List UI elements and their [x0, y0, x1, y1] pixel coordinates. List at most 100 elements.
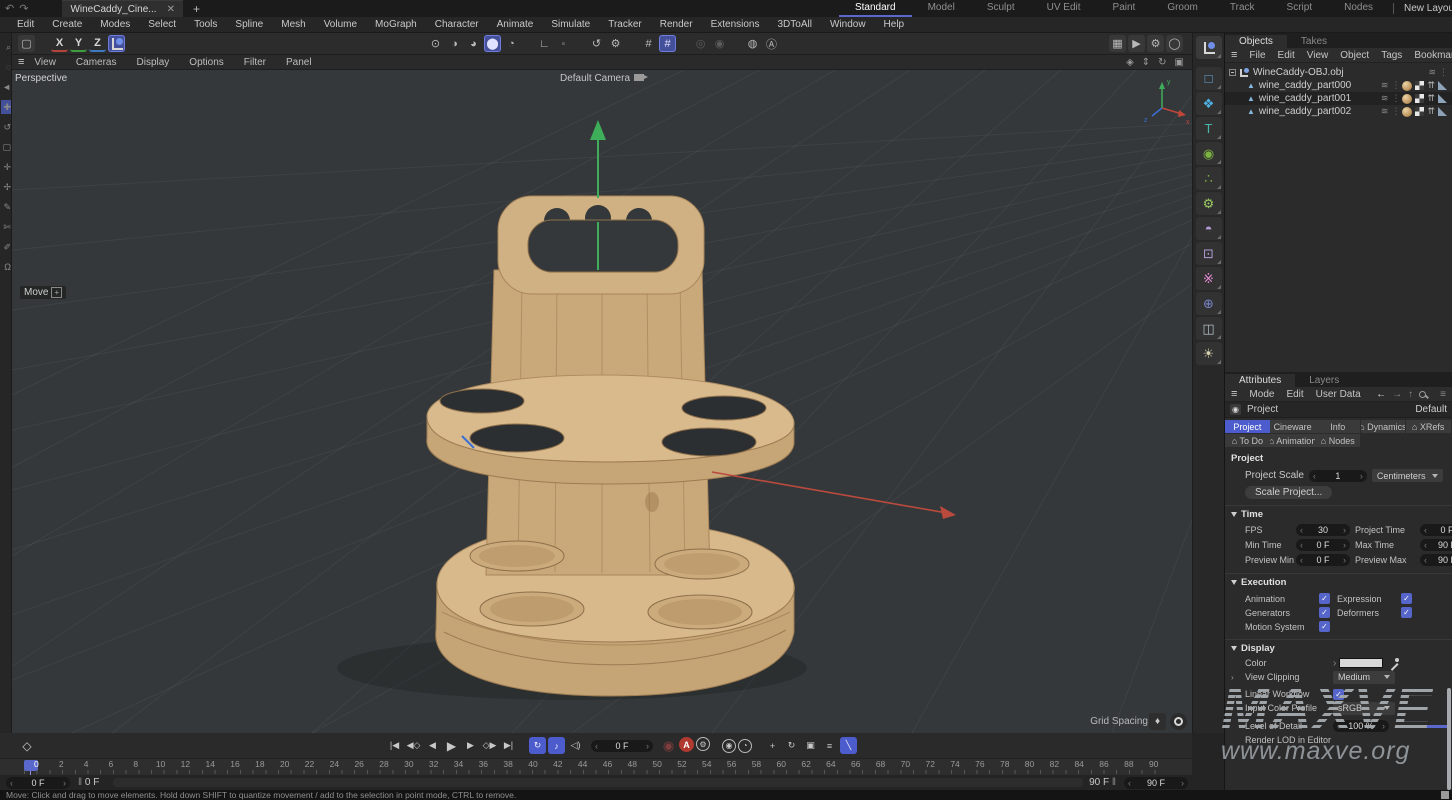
phong-tag-icon[interactable]: ⇈: [1427, 80, 1435, 91]
lock-y-axis-button[interactable]: Y: [70, 36, 87, 52]
goto-end-button[interactable]: ▶|: [500, 737, 517, 754]
close-tab-icon[interactable]: ✕: [167, 4, 175, 15]
uvw-tag-icon[interactable]: [1438, 94, 1447, 103]
level-of-detail-slider[interactable]: [1395, 725, 1448, 728]
select-tool-icon[interactable]: ◄: [1, 80, 11, 94]
keyframe-selection-icon[interactable]: ◉: [722, 739, 736, 753]
document-tab[interactable]: WineCaddy_Cine... ✕: [62, 0, 183, 17]
history-forward-icon[interactable]: →: [1392, 389, 1402, 400]
enable-snap-icon[interactable]: ◎: [692, 35, 709, 52]
expand-icon[interactable]: ›: [1333, 658, 1336, 669]
orbit-view-icon[interactable]: ↻: [1158, 57, 1166, 68]
eyedropper-icon[interactable]: [1389, 658, 1399, 668]
key-parameter-icon[interactable]: ≡: [821, 737, 838, 754]
pen-tool-icon[interactable]: ✎: [1, 200, 11, 214]
key-position-icon[interactable]: +: [764, 737, 781, 754]
cloner-button[interactable]: ∴: [1196, 167, 1222, 190]
coordinates-button[interactable]: [1196, 36, 1222, 59]
timeline-ruler[interactable]: 0246810121416182022242628303234363840424…: [0, 758, 1192, 775]
next-frame-button[interactable]: ▶: [462, 737, 479, 754]
menu-animate[interactable]: Animate: [488, 19, 543, 30]
display-lines-icon[interactable]: ◑: [446, 35, 463, 52]
live-select-icon[interactable]: ◌: [1, 60, 11, 74]
dolly-view-icon[interactable]: ⇕: [1142, 57, 1150, 68]
play-sound-icon[interactable]: ♪: [548, 737, 565, 754]
attributes-hamburger-icon[interactable]: ≡: [1231, 388, 1237, 400]
attributes-menu-edit[interactable]: Edit: [1280, 389, 1309, 400]
time-field-project-time[interactable]: 0 F: [1420, 524, 1452, 536]
speaker-icon[interactable]: ◁): [567, 737, 584, 754]
attribute-object-row[interactable]: ◉ Project Default: [1225, 402, 1452, 418]
menu-render[interactable]: Render: [651, 19, 702, 30]
display-options-icon[interactable]: ◔: [503, 35, 520, 52]
camera-button[interactable]: ◫: [1196, 317, 1222, 340]
lock-z-axis-button[interactable]: Z: [89, 36, 106, 52]
record-keyframe-icon[interactable]: ◉: [660, 737, 677, 754]
viewport-solo-icon[interactable]: ▢: [18, 35, 35, 52]
undo-icon[interactable]: ↶: [5, 2, 14, 15]
attributes-menu-mode[interactable]: Mode: [1243, 389, 1280, 400]
modeling-settings-icon[interactable]: ⚙: [607, 35, 624, 52]
key-rotation-icon[interactable]: ↻: [783, 737, 800, 754]
range-start-field[interactable]: 0 F: [6, 777, 70, 789]
workspace-tab-standard[interactable]: Standard: [839, 0, 912, 17]
time-field-preview-min[interactable]: 0 F: [1296, 554, 1350, 566]
object-row-wine-caddy-part002[interactable]: ▲wine_caddy_part002≋⋮⇈: [1225, 105, 1452, 118]
keyframe-presets-icon[interactable]: ◔: [738, 739, 752, 753]
perspective-viewport[interactable]: y x z Perspective Default Camera Move+ G…: [12, 70, 1192, 733]
project-scale-unit-dropdown[interactable]: Centimeters: [1372, 469, 1444, 482]
menu-tracker[interactable]: Tracker: [599, 19, 651, 30]
objects-tab-takes[interactable]: Takes: [1287, 35, 1341, 48]
range-start-marker[interactable]: ‖ 0 F: [78, 777, 99, 788]
rotate-tool-icon[interactable]: ↺: [1, 120, 11, 134]
objects-hamburger-icon[interactable]: ≡: [1231, 49, 1237, 61]
workspace-tab-model[interactable]: Model: [912, 0, 971, 17]
workspace-tab-nodes[interactable]: Nodes: [1328, 0, 1389, 17]
workspace-tab-track[interactable]: Track: [1214, 0, 1271, 17]
uvw-tag-icon[interactable]: [1438, 107, 1447, 116]
menu-character[interactable]: Character: [426, 19, 488, 30]
execution-section-heading[interactable]: Execution: [1225, 573, 1452, 590]
resize-grip[interactable]: [1441, 791, 1449, 799]
menu-select[interactable]: Select: [139, 19, 185, 30]
attribute-tab-dynamics[interactable]: ⌂ Dynamics: [1361, 420, 1406, 433]
viewport-camera-label[interactable]: Default Camera: [12, 73, 1192, 84]
head-tracking-button[interactable]: [1170, 713, 1187, 730]
keyframe-settings-icon[interactable]: ⚙: [696, 737, 710, 751]
field-button[interactable]: ⊡: [1196, 242, 1222, 265]
visibility-dots-icon[interactable]: ⋮: [1391, 80, 1399, 91]
workspace-tab-script[interactable]: Script: [1271, 0, 1329, 17]
execution-checkbox-generators[interactable]: [1319, 607, 1330, 618]
workspace-tab-sculpt[interactable]: Sculpt: [971, 0, 1031, 17]
time-section-heading[interactable]: Time: [1225, 505, 1452, 522]
viewport-menu-display[interactable]: Display: [127, 57, 180, 68]
scale-project-button[interactable]: Scale Project...: [1245, 486, 1332, 499]
search-icon[interactable]: [1419, 391, 1426, 398]
next-key-button[interactable]: ◇▶: [481, 737, 498, 754]
subdivision-surface-button[interactable]: ◉: [1196, 142, 1222, 165]
snap-settings-icon[interactable]: ◉: [711, 35, 728, 52]
reset-transform-icon[interactable]: ↺: [588, 35, 605, 52]
input-color-profile-dropdown[interactable]: sRGB: [1333, 702, 1395, 715]
layer-icon[interactable]: ≋: [1381, 80, 1389, 91]
execution-checkbox-animation[interactable]: [1319, 593, 1330, 604]
view-clipping-dropdown[interactable]: Medium: [1333, 671, 1395, 684]
range-end-field[interactable]: 90 F: [1124, 777, 1188, 789]
layer-icon[interactable]: ≋: [1428, 67, 1436, 78]
objects-menu-bookmarks[interactable]: Bookmarks: [1408, 50, 1452, 61]
menu-modes[interactable]: Modes: [91, 19, 139, 30]
texture-tag-icon[interactable]: [1415, 81, 1424, 90]
current-frame-field[interactable]: 0 F: [591, 740, 653, 752]
visibility-dots-icon[interactable]: ⋮: [1391, 106, 1399, 117]
lock-x-axis-button[interactable]: X: [51, 36, 68, 52]
objects-menu-edit[interactable]: Edit: [1272, 50, 1301, 61]
objects-menu-object[interactable]: Object: [1334, 50, 1375, 61]
expand-icon[interactable]: ›: [1231, 704, 1245, 713]
objects-tab-objects[interactable]: Objects: [1225, 35, 1287, 48]
spline-pen-button[interactable]: □: [1196, 67, 1222, 90]
attributes-tab-layers[interactable]: Layers: [1295, 374, 1353, 387]
object-row-wine-caddy-part001[interactable]: ▲wine_caddy_part001≋⋮⇈: [1225, 92, 1452, 105]
text-spline-button[interactable]: T: [1196, 117, 1222, 140]
menu-3dtoall[interactable]: 3DToAll: [769, 19, 821, 30]
menu-edit[interactable]: Edit: [8, 19, 43, 30]
